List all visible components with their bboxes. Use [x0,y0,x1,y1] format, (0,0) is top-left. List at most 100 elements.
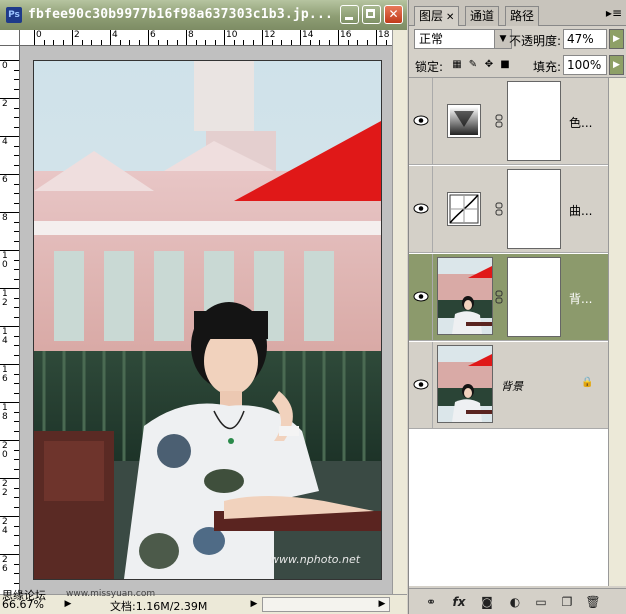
scroll-right-icon[interactable]: ▶ [376,598,388,611]
opacity-input[interactable]: 47% [563,29,607,49]
ruler-minor-tick [309,40,311,45]
chain-icon[interactable] [495,202,503,216]
vertical-scrollbar[interactable] [392,30,407,594]
eye-icon [413,291,429,302]
ruler-origin[interactable] [0,30,20,46]
fill-input[interactable]: 100% [563,55,607,75]
ruler-minor-tick [14,183,19,185]
maximize-button[interactable] [362,5,381,24]
ruler-label: 8 [188,30,194,40]
layer-mask-thumbnail[interactable] [507,257,561,337]
document-title-bar[interactable]: Ps fbfee90c30b9977b16f98a637303c1b3.jp..… [0,0,407,30]
ruler-minor-tick [14,155,19,156]
ruler-label: 2 [2,488,8,498]
new-layer-icon[interactable]: ❐ [559,594,575,610]
horizontal-ruler[interactable]: 0 2 4 6 8 10 12 14 16 18 [20,30,392,46]
layer-row[interactable]: 色... [409,78,608,165]
add-mask-icon[interactable]: ◙ [479,594,495,610]
adjustment-layer-icon[interactable]: ◐ [507,594,523,610]
ruler-label: 6 [2,175,8,185]
ruler-tick [72,30,73,45]
layer-thumbnail[interactable] [437,345,493,423]
minimize-icon [345,17,353,20]
ruler-minor-tick [14,240,19,242]
document-size: 文档:1.16M/2.39M [110,600,208,613]
delete-layer-icon[interactable]: 🗑 [585,594,601,610]
layer-style-icon[interactable]: fx [451,594,467,610]
lock-position-icon[interactable]: ✥ [483,59,495,71]
link-layers-icon[interactable]: ⚭ [423,594,439,610]
panel-menu-icon[interactable]: ▸≡ [606,6,622,20]
ruler-minor-tick [347,40,349,45]
minimize-button[interactable] [340,5,359,24]
visibility-toggle[interactable] [409,78,433,164]
ruler-tick [110,30,111,45]
layer-mask-thumbnail[interactable] [507,81,561,161]
ruler-label: 0 [2,260,8,270]
lock-transparency-icon[interactable]: ▦ [451,59,463,71]
ruler-label: 8 [2,412,8,422]
scroll-left-icon[interactable]: ▶ [248,598,260,611]
ruler-minor-tick [129,40,130,45]
ruler-minor-tick [271,40,273,45]
ruler-minor-tick [14,126,19,128]
layer-row[interactable]: 背景 🔒 [409,342,608,429]
chain-icon[interactable] [495,114,503,128]
layer-mask-thumbnail[interactable] [507,169,561,249]
layer-row[interactable]: 曲... [409,166,608,253]
chain-icon[interactable] [495,290,503,304]
adjustment-thumbnail[interactable] [447,104,481,138]
photo-canvas[interactable]: www.nphoto.net [33,60,382,580]
ruler-minor-tick [319,40,320,45]
ruler-minor-tick [53,40,54,45]
lock-all-icon[interactable]: ■ [499,59,511,71]
ruler-label: 12 [264,30,276,40]
status-menu-icon[interactable]: ▶ [62,598,74,611]
document-window: Ps fbfee90c30b9977b16f98a637303c1b3.jp..… [0,0,407,614]
ruler-label: 2 [74,30,80,40]
ruler-minor-tick [14,79,19,80]
canvas-area[interactable]: www.nphoto.net [20,46,392,594]
visibility-toggle[interactable] [409,254,433,340]
ruler-tick [148,30,149,45]
close-icon[interactable]: ✕ [446,8,454,27]
tab-channels[interactable]: 通道 [465,6,500,26]
ruler-label: 0 [36,30,42,40]
layers-scrollbar[interactable] [608,78,626,586]
horizontal-scrollbar[interactable] [262,597,390,612]
ruler-minor-tick [62,40,64,45]
new-group-icon[interactable]: ▭ [533,594,549,610]
visibility-toggle[interactable] [409,166,433,252]
ruler-minor-tick [14,221,19,223]
ruler-label: 2 [2,99,8,109]
ruler-label: 0 [2,450,8,460]
close-button[interactable]: ✕ [384,5,403,24]
lock-pixels-icon[interactable]: ✎ [467,59,479,71]
ruler-minor-tick [138,40,140,45]
tab-paths[interactable]: 路径 [505,6,540,26]
layer-thumbnail[interactable] [437,257,493,335]
ruler-minor-tick [14,354,19,356]
visibility-toggle[interactable] [409,342,433,428]
layer-row-selected[interactable]: 背... [409,254,608,341]
layer-name: 背景 [501,380,523,393]
ruler-label: 4 [2,137,8,147]
ruler-minor-tick [14,88,19,90]
ruler-tick [338,30,339,45]
ruler-label: 6 [2,564,8,574]
fill-slider-button[interactable]: ▶ [609,55,624,75]
ruler-label: 0 [2,61,8,71]
ruler-minor-tick [14,202,19,204]
ruler-tick [262,30,263,45]
adjustment-thumbnail[interactable] [447,192,481,226]
ruler-minor-tick [14,573,19,574]
vertical-ruler[interactable]: 02468101214161820222426 [0,46,20,594]
opacity-slider-button[interactable]: ▶ [609,29,624,49]
ruler-label: 4 [2,526,8,536]
ruler-minor-tick [14,487,19,489]
blend-mode-select[interactable]: 正常 ▼ [414,29,512,49]
tab-layers[interactable]: 图层 ✕ [414,6,460,27]
ruler-minor-tick [14,421,19,422]
zoom-level[interactable]: 66.67% [2,598,44,611]
ruler-minor-tick [243,40,244,45]
